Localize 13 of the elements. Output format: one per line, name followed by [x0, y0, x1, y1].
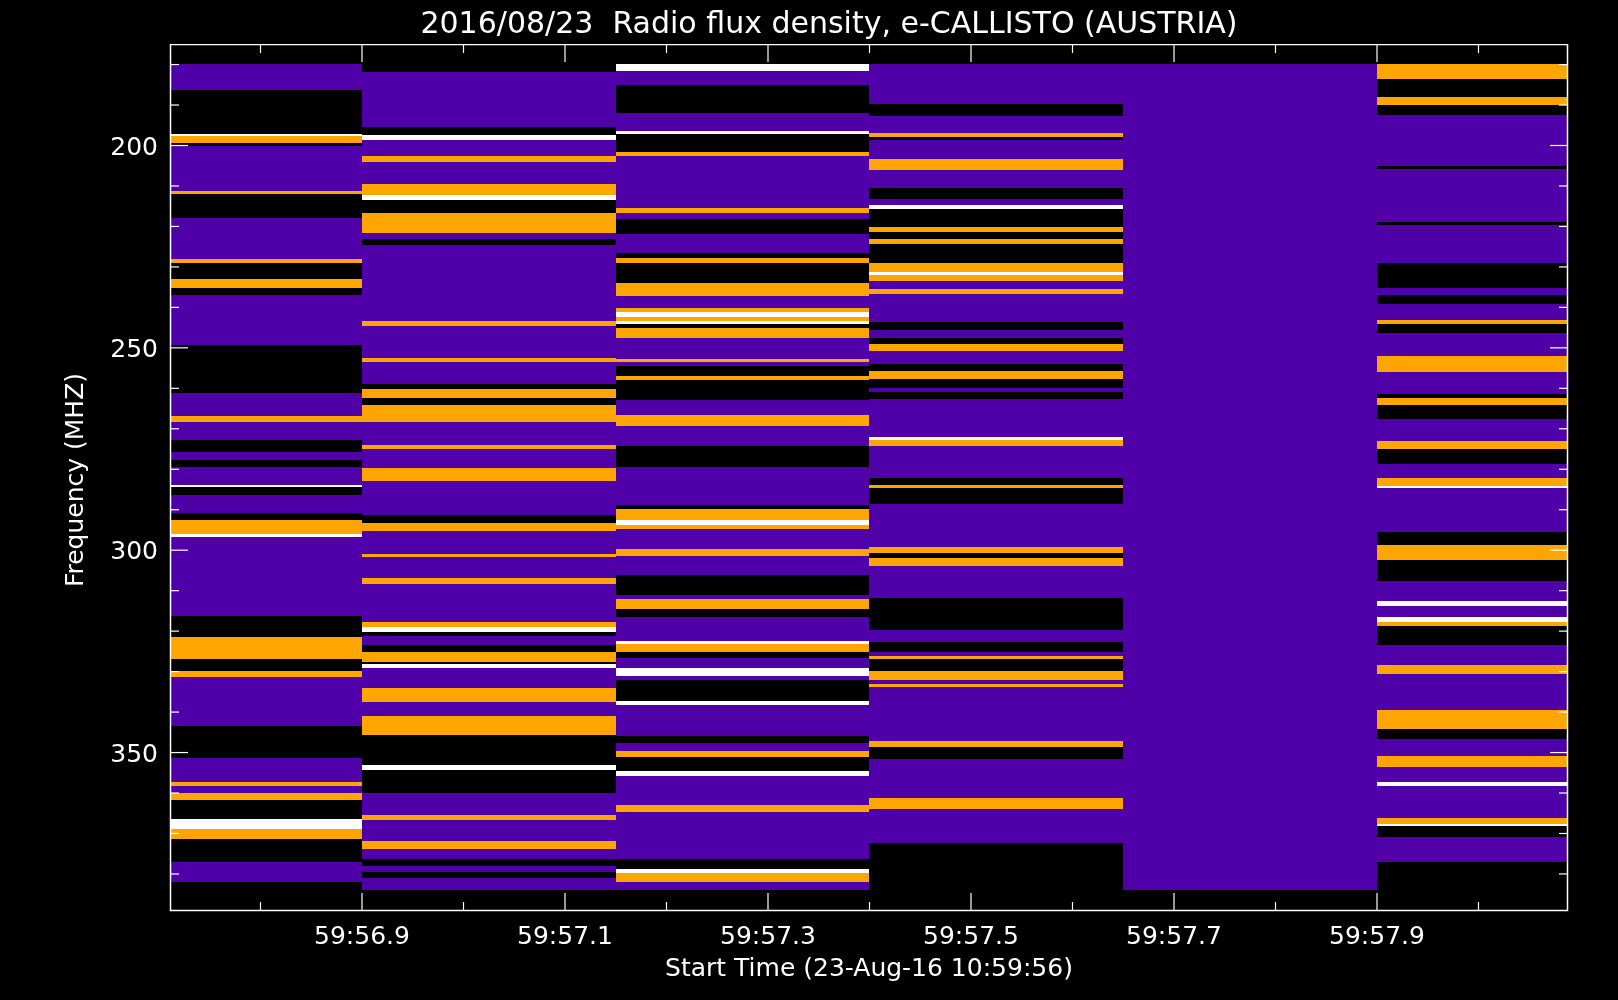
chart-title: 2016/08/23 Radio flux density, e-CALLISTO (AUSTRIA) — [419, 4, 1238, 40]
y-axis-title: Frequency (MHZ) — [60, 372, 89, 588]
x-axis-title: Start Time (23-Aug-16 10:59:56) — [665, 953, 1073, 982]
tick-label: 200 — [110, 131, 158, 161]
tick-label: 59:57.5 — [923, 921, 1019, 950]
tick-label: 59:57.1 — [517, 921, 613, 950]
tick-label: 300 — [110, 536, 158, 566]
tick-label: 350 — [110, 738, 158, 768]
tick-label: 250 — [110, 333, 158, 363]
tick-label: 59:57.9 — [1329, 921, 1425, 950]
tick-label: 59:57.3 — [720, 921, 816, 950]
tick-label: 59:57.7 — [1126, 921, 1222, 950]
tick-label: 59:56.9 — [314, 921, 410, 950]
